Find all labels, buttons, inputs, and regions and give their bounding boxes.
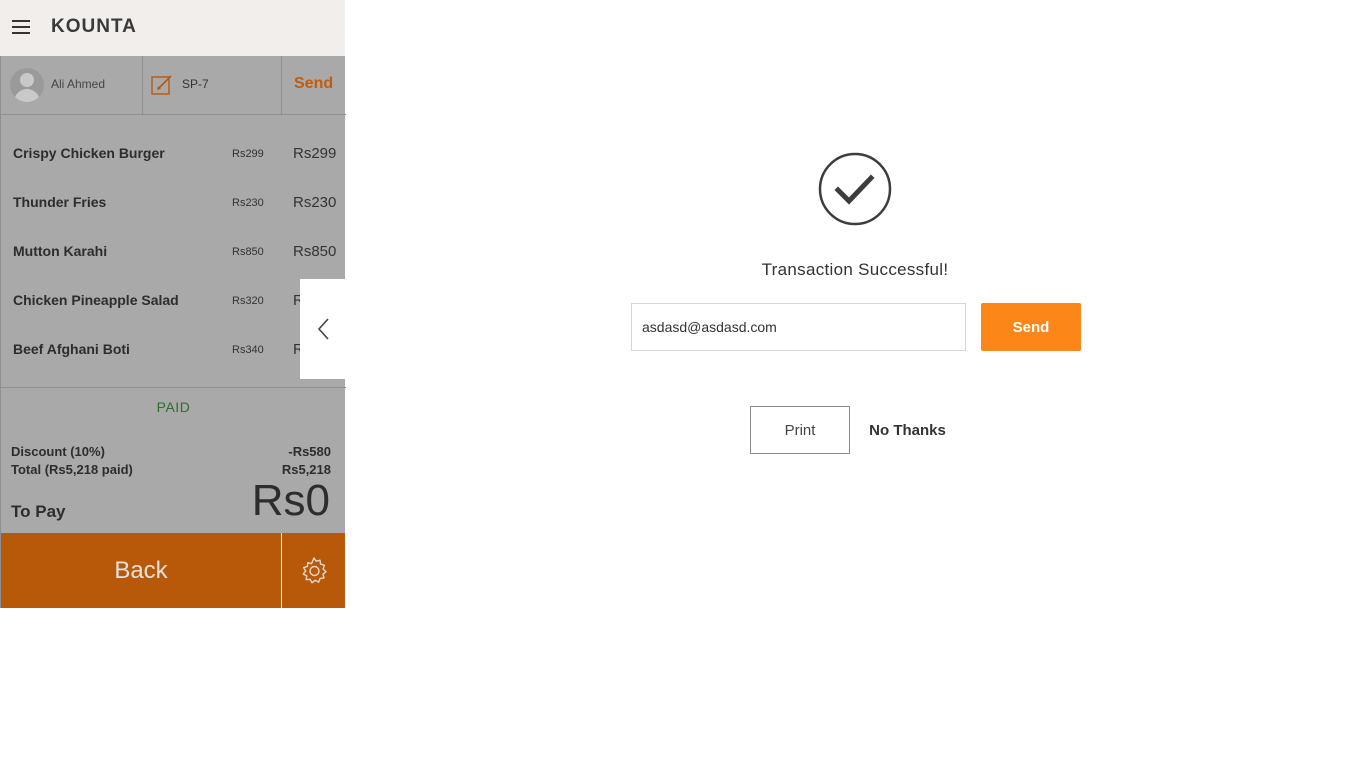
divider <box>1 387 346 388</box>
app-logo: KOUNTA <box>51 16 137 37</box>
customer-bar: Ali Ahmed SP-7 Send <box>1 56 346 115</box>
total-label: Total (Rs5,218 paid) <box>11 462 133 477</box>
item-unit-price: Rs850 <box>232 246 264 258</box>
item-unit-price: Rs230 <box>232 197 264 209</box>
item-total: Rs299 <box>293 145 337 162</box>
item-name: Beef Afghani Boti <box>13 341 130 357</box>
order-items-list: Crispy Chicken Burger Rs299 Rs299 Thunde… <box>1 115 346 360</box>
item-name: Thunder Fries <box>13 194 107 210</box>
payment-status: PAID <box>156 399 191 415</box>
discount-value: -Rs580 <box>288 444 331 459</box>
customer-selector[interactable]: Ali Ahmed <box>1 56 143 114</box>
avatar <box>10 68 44 102</box>
customer-name: Ali Ahmed <box>51 77 106 91</box>
order-panel: KOUNTA Ali Ahmed SP-7 Send Crispy Chicke… <box>0 0 346 608</box>
item-total: Rs850 <box>293 243 337 260</box>
list-item[interactable]: Beef Afghani Boti Rs340 R <box>1 311 346 360</box>
transaction-status-message: Transaction Successful! <box>761 260 949 279</box>
collapse-panel-button[interactable] <box>300 279 345 379</box>
list-item[interactable]: Thunder Fries Rs230 Rs230 <box>1 164 346 213</box>
send-receipt-button[interactable]: Send <box>981 303 1081 351</box>
item-name: Mutton Karahi <box>13 243 108 259</box>
item-unit-price: Rs320 <box>232 295 264 307</box>
app-header: KOUNTA <box>0 0 345 56</box>
discount-label: Discount (10%) <box>11 444 105 459</box>
no-thanks-button[interactable]: No Thanks <box>860 406 955 454</box>
print-button[interactable]: Print <box>750 406 850 454</box>
item-name: Chicken Pineapple Salad <box>13 292 179 308</box>
total-value: Rs5,218 <box>281 462 331 477</box>
send-order-button[interactable]: Send <box>294 75 333 93</box>
to-pay-amount: Rs0 <box>251 476 330 525</box>
edit-icon <box>151 75 172 95</box>
item-name: Crispy Chicken Burger <box>13 145 165 161</box>
order-id: SP-7 <box>182 77 209 91</box>
settings-button[interactable] <box>282 533 345 608</box>
list-item[interactable]: Mutton Karahi Rs850 Rs850 <box>1 213 346 262</box>
item-total: Rs230 <box>293 194 337 211</box>
list-item[interactable]: Chicken Pineapple Salad Rs320 R <box>1 262 346 311</box>
order-overlay: Ali Ahmed SP-7 Send Crispy Chicken Burge… <box>0 56 346 533</box>
item-unit-price: Rs340 <box>232 344 264 356</box>
order-name-editor[interactable]: SP-7 <box>142 56 282 114</box>
email-field[interactable] <box>631 303 966 351</box>
item-unit-price: Rs299 <box>232 148 264 160</box>
list-item[interactable]: Crispy Chicken Burger Rs299 Rs299 <box>1 115 346 164</box>
chevron-left-icon <box>317 318 329 340</box>
to-pay-label: To Pay <box>11 502 66 521</box>
menu-icon[interactable] <box>12 20 30 34</box>
gear-icon <box>302 556 327 583</box>
back-button[interactable]: Back <box>0 533 281 608</box>
send-order-cell: Send <box>281 56 345 114</box>
checkmark-circle-icon <box>818 152 892 226</box>
